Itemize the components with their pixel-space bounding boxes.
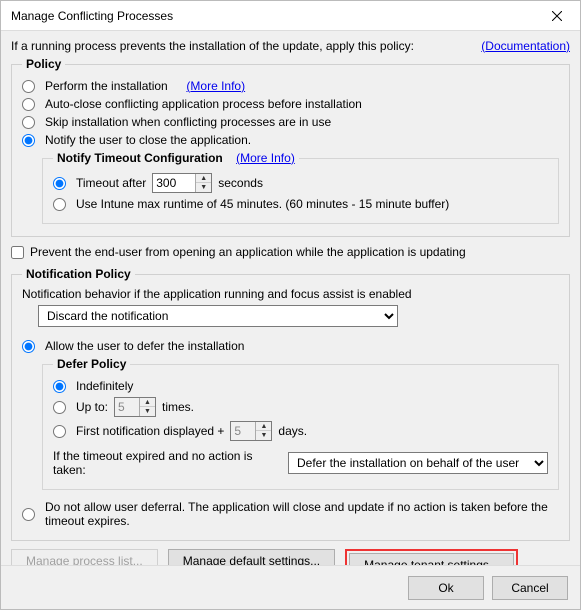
radio-notify[interactable]: Notify the user to close the application… <box>22 133 559 147</box>
radio-upto[interactable]: Up to: ▲ ▼ times. <box>53 397 548 417</box>
notify-timeout-legend: Notify Timeout Configuration More Info <box>53 151 299 165</box>
perform-more-info-link[interactable]: More Info <box>186 79 245 93</box>
chevron-up-icon[interactable]: ▲ <box>256 422 271 431</box>
radio-perform-input[interactable] <box>22 80 35 93</box>
timeout-unit: seconds <box>218 176 263 190</box>
chevron-down-icon[interactable]: ▼ <box>140 407 155 416</box>
radio-skip[interactable]: Skip installation when conflicting proce… <box>22 115 559 129</box>
prevent-checkbox-label: Prevent the end-user from opening an app… <box>30 245 466 259</box>
behavior-label: Notification behavior if the application… <box>22 287 559 301</box>
chevron-down-icon[interactable]: ▼ <box>196 183 211 192</box>
timeout-spin-buttons[interactable]: ▲ ▼ <box>195 174 211 192</box>
radio-timeout-after-input[interactable] <box>53 177 66 190</box>
radio-notify-label: Notify the user to close the application… <box>45 133 251 147</box>
radio-indef-input[interactable] <box>53 380 66 393</box>
notification-policy-group: Notification Policy Notification behavio… <box>11 267 570 541</box>
no-defer-label: Do not allow user deferral. The applicat… <box>45 500 559 528</box>
first-value-input[interactable] <box>231 422 255 440</box>
radio-no-defer-input[interactable] <box>22 508 35 521</box>
intune-label: Use Intune max runtime of 45 minutes. (6… <box>76 197 449 211</box>
radio-timeout-after[interactable]: Timeout after ▲ ▼ seconds <box>53 173 548 193</box>
first-spin-buttons[interactable]: ▲ ▼ <box>255 422 271 440</box>
notification-policy-legend: Notification Policy <box>22 267 135 281</box>
fallback-select[interactable]: Defer the installation on behalf of the … <box>288 452 548 474</box>
close-button[interactable] <box>534 1 580 31</box>
prevent-checkbox[interactable] <box>11 246 24 259</box>
radio-first[interactable]: First notification displayed + ▲ ▼ days. <box>53 421 548 441</box>
radio-notify-input[interactable] <box>22 134 35 147</box>
notify-timeout-group: Notify Timeout Configuration More Info T… <box>42 151 559 224</box>
documentation-link[interactable]: Documentation <box>481 39 570 53</box>
titlebar: Manage Conflicting Processes <box>1 1 580 31</box>
radio-intune-input[interactable] <box>53 198 66 211</box>
radio-upto-input[interactable] <box>53 401 66 414</box>
chevron-up-icon[interactable]: ▲ <box>140 398 155 407</box>
window-title: Manage Conflicting Processes <box>11 9 173 23</box>
prevent-checkbox-row[interactable]: Prevent the end-user from opening an app… <box>11 245 570 259</box>
upto-unit: times. <box>162 400 194 414</box>
manage-button-row: Manage process list... Manage default se… <box>11 549 570 565</box>
allow-defer-label: Allow the user to defer the installation <box>45 339 244 353</box>
tenant-highlight: Manage tenant settings... <box>345 549 518 565</box>
radio-skip-input[interactable] <box>22 116 35 129</box>
upto-spin-buttons[interactable]: ▲ ▼ <box>139 398 155 416</box>
radio-skip-label: Skip installation when conflicting proce… <box>45 115 331 129</box>
radio-perform-install[interactable]: Perform the installation More Info <box>22 79 559 93</box>
policy-group: Policy Perform the installation More Inf… <box>11 57 570 237</box>
upto-spinner[interactable]: ▲ ▼ <box>114 397 156 417</box>
radio-indef[interactable]: Indefinitely <box>53 379 548 393</box>
manage-tenant-settings-button[interactable]: Manage tenant settings... <box>349 553 514 565</box>
fallback-label: If the timeout expired and no action is … <box>53 449 282 477</box>
radio-autoclose-input[interactable] <box>22 98 35 111</box>
manage-process-list-button[interactable]: Manage process list... <box>11 549 158 565</box>
defer-policy-legend: Defer Policy <box>53 357 130 371</box>
first-spinner[interactable]: ▲ ▼ <box>230 421 272 441</box>
radio-perform-label: Perform the installation <box>45 79 168 93</box>
radio-intune[interactable]: Use Intune max runtime of 45 minutes. (6… <box>53 197 548 211</box>
radio-no-defer[interactable]: Do not allow user deferral. The applicat… <box>22 500 559 528</box>
upto-value-input[interactable] <box>115 398 139 416</box>
behavior-select[interactable]: Discard the notification <box>38 305 398 327</box>
intro-text: If a running process prevents the instal… <box>11 39 414 53</box>
cancel-button[interactable]: Cancel <box>492 576 568 600</box>
radio-autoclose-label: Auto-close conflicting application proce… <box>45 97 362 111</box>
indef-label: Indefinitely <box>76 379 133 393</box>
dialog-window: Manage Conflicting Processes If a runnin… <box>0 0 581 610</box>
ok-button[interactable]: Ok <box>408 576 484 600</box>
policy-legend: Policy <box>22 57 65 71</box>
manage-default-settings-button[interactable]: Manage default settings... <box>168 549 335 565</box>
chevron-up-icon[interactable]: ▲ <box>196 174 211 183</box>
first-unit: days. <box>278 424 307 438</box>
timeout-value-input[interactable] <box>153 174 195 192</box>
content-area: If a running process prevents the instal… <box>1 31 580 565</box>
upto-label: Up to: <box>76 400 108 414</box>
chevron-down-icon[interactable]: ▼ <box>256 431 271 440</box>
radio-autoclose[interactable]: Auto-close conflicting application proce… <box>22 97 559 111</box>
radio-allow-defer-input[interactable] <box>22 340 35 353</box>
dialog-footer: Ok Cancel <box>1 565 580 609</box>
close-icon <box>552 11 562 21</box>
notify-timeout-more-info-link[interactable]: More Info <box>236 151 295 165</box>
radio-first-input[interactable] <box>53 425 66 438</box>
radio-allow-defer[interactable]: Allow the user to defer the installation <box>22 339 559 353</box>
defer-policy-group: Defer Policy Indefinitely Up to: ▲ ▼ <box>42 357 559 490</box>
notify-timeout-legend-text: Notify Timeout Configuration <box>57 151 223 165</box>
timeout-after-label: Timeout after <box>76 176 146 190</box>
first-label: First notification displayed + <box>76 424 224 438</box>
timeout-spinner[interactable]: ▲ ▼ <box>152 173 212 193</box>
